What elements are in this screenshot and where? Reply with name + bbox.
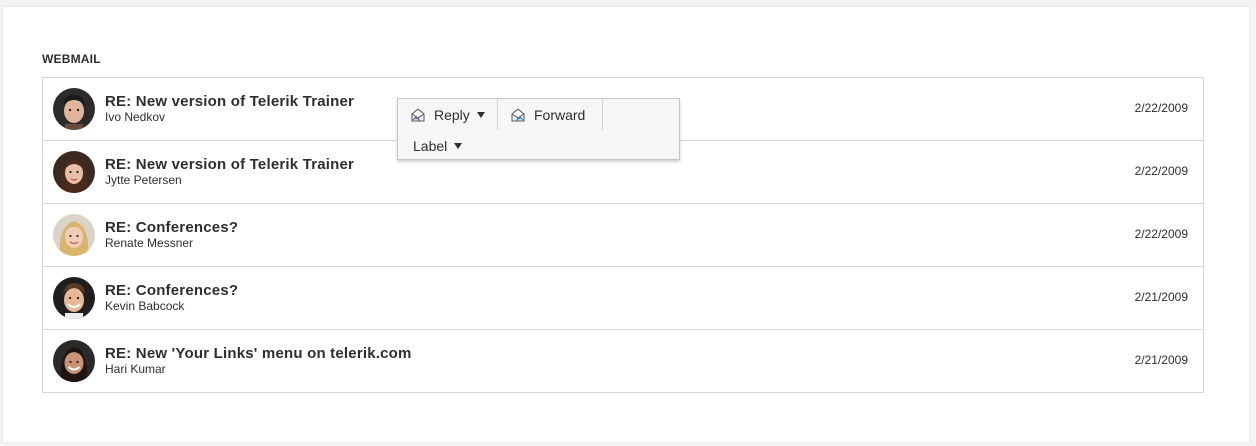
reply-button[interactable]: Reply [398, 99, 498, 130]
context-toolbar: Reply Forward Label [397, 98, 680, 160]
mail-subject: RE: Conferences? [105, 282, 239, 299]
mail-sender: Kevin Babcock [105, 299, 185, 313]
mail-date: 2/22/2009 [1134, 101, 1188, 115]
caret-down-icon[interactable] [454, 142, 463, 149]
forward-label: Forward [534, 106, 586, 123]
mail-sender: Jytte Petersen [105, 173, 182, 187]
avatar [53, 277, 95, 319]
label-label: Label [413, 137, 448, 154]
mail-subject: RE: Conferences? [105, 219, 239, 236]
avatar [53, 340, 95, 382]
mail-row[interactable]: RE: Conferences? Renate Messner 2/22/200… [43, 204, 1203, 267]
avatar [53, 88, 95, 130]
section-title: WEBMAIL [42, 52, 101, 66]
forward-mail-icon [510, 107, 526, 123]
mail-subject: RE: New version of Telerik Trainer [105, 156, 355, 173]
caret-down-icon[interactable] [476, 111, 485, 118]
mail-date: 2/21/2009 [1134, 290, 1188, 304]
avatar [53, 214, 95, 256]
mail-sender: Renate Messner [105, 236, 194, 250]
mail-date: 2/22/2009 [1134, 227, 1188, 241]
mail-subject: RE: New version of Telerik Trainer [105, 93, 355, 110]
mail-sender: Ivo Nedkov [105, 110, 166, 124]
mail-date: 2/21/2009 [1134, 353, 1188, 367]
label-button[interactable]: Label [398, 130, 478, 161]
avatar [53, 151, 95, 193]
forward-button[interactable]: Forward [498, 99, 603, 130]
reply-mail-icon [410, 107, 426, 123]
mail-sender: Hari Kumar [105, 362, 166, 376]
mail-subject: RE: New 'Your Links' menu on telerik.com [105, 345, 412, 362]
reply-label: Reply [434, 106, 470, 123]
mail-row[interactable]: RE: Conferences? Kevin Babcock 2/21/2009 [43, 267, 1203, 330]
mail-row[interactable]: RE: New 'Your Links' menu on telerik.com… [43, 330, 1203, 392]
mail-date: 2/22/2009 [1134, 164, 1188, 178]
